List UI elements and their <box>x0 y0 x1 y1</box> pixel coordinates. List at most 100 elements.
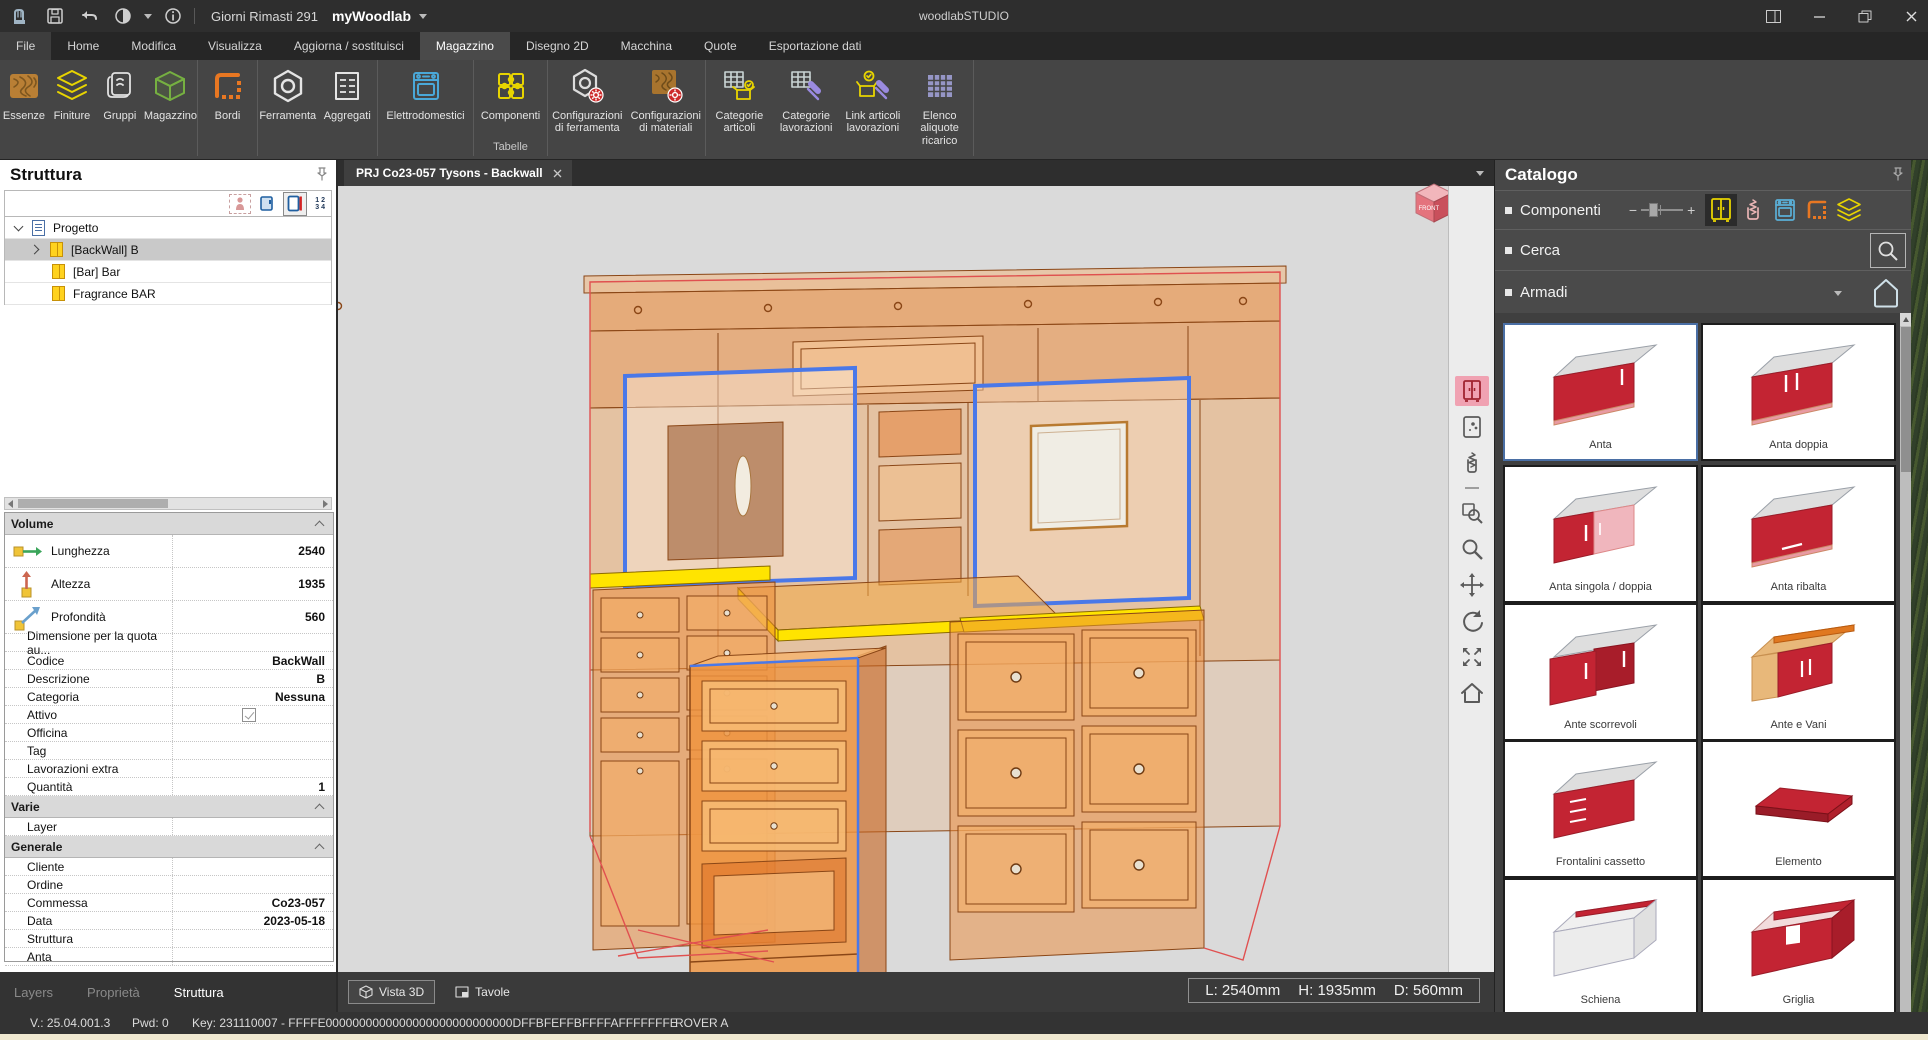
filter-cabinets-icon[interactable] <box>1705 194 1737 226</box>
magazzino-button[interactable]: Magazzino <box>144 64 197 122</box>
chevron-down-icon[interactable] <box>14 221 24 231</box>
menu-tab-home[interactable]: Home <box>51 32 115 60</box>
menu-tab-magazzino[interactable]: Magazzino <box>420 32 510 60</box>
ferramenta-button[interactable]: Ferramenta <box>258 64 318 122</box>
scrollbar-thumb[interactable] <box>18 499 168 508</box>
menu-tab-modifica[interactable]: Modifica <box>115 32 192 60</box>
numbering-sort-button[interactable]: 1 23 4 <box>315 197 325 211</box>
bordi-button[interactable]: Bordi <box>198 64 257 122</box>
tab-tavole[interactable]: Tavole <box>445 981 520 1003</box>
property-row[interactable]: Lavorazioni extra <box>5 760 333 778</box>
layout-button[interactable] <box>1762 5 1784 27</box>
aggregati-button[interactable]: Aggregati <box>318 64 378 122</box>
property-row-attivo[interactable]: Attivo <box>5 706 333 724</box>
catalog-section-armadi[interactable]: Armadi <box>1495 270 1912 313</box>
property-row[interactable]: CommessaCo23-057 <box>5 894 333 912</box>
catalog-item-anta-singola-doppia[interactable]: Anta singola / doppia <box>1503 465 1698 603</box>
filter-appliances-icon[interactable] <box>1769 194 1801 226</box>
config-materiali-button[interactable]: Configurazioni di materiali <box>627 64 706 135</box>
catalog-item-anta-ribalta[interactable]: Anta ribalta <box>1701 465 1896 603</box>
catalog-item-frontalini-cassetto[interactable]: Frontalini cassetto <box>1503 740 1698 878</box>
config-ferramenta-button[interactable]: Configurazioni di ferramenta <box>548 64 627 135</box>
property-row[interactable]: Anta <box>5 948 333 966</box>
collapse-icon[interactable] <box>315 804 325 814</box>
menu-tab-disegno-2d[interactable]: Disegno 2D <box>510 32 605 60</box>
info-button[interactable] <box>160 3 186 29</box>
tab-layers[interactable]: Layers <box>14 985 53 1000</box>
section-generale[interactable]: Generale <box>5 836 333 858</box>
property-row[interactable]: Layer <box>5 818 333 836</box>
cabinet-mode-icon[interactable] <box>1455 376 1489 406</box>
catalog-item-anta[interactable]: Anta <box>1503 323 1698 461</box>
property-row[interactable]: CategoriaNessuna <box>5 688 333 706</box>
gruppi-button[interactable]: Gruppi <box>96 64 144 122</box>
tree-item-bar[interactable]: [Bar] Bar <box>5 261 331 283</box>
catalog-item-elemento[interactable]: Elemento <box>1701 740 1896 878</box>
rotate-icon[interactable] <box>1455 606 1489 636</box>
property-row[interactable]: Struttura <box>5 930 333 948</box>
tab-proprieta[interactable]: Proprietà <box>87 985 140 1000</box>
3d-model[interactable] <box>338 186 1448 972</box>
catalog-item-schiena[interactable]: Schiena <box>1503 878 1698 1012</box>
save-button[interactable] <box>42 3 68 29</box>
elenco-aliquote-button[interactable]: Elenco aliquote ricarico <box>906 64 973 147</box>
close-button[interactable] <box>1900 5 1922 27</box>
property-row[interactable]: Ordine <box>5 876 333 894</box>
essenze-button[interactable]: Essenze <box>0 64 48 122</box>
tree-item-progetto[interactable]: Progetto <box>5 217 331 239</box>
home-view-icon[interactable] <box>1455 678 1489 708</box>
catalog-item-ante-scorrevoli[interactable]: Ante scorrevoli <box>1503 603 1698 741</box>
collapse-icon[interactable] <box>315 521 325 531</box>
pin-icon[interactable] <box>316 167 328 181</box>
fit-expand-icon[interactable] <box>1455 642 1489 672</box>
menu-tab-quote[interactable]: Quote <box>688 32 753 60</box>
panel-view-button[interactable] <box>259 195 275 213</box>
house-icon[interactable] <box>1870 276 1902 310</box>
property-row[interactable]: Lunghezza 2540 <box>5 535 333 568</box>
zoom-previous-icon[interactable] <box>1455 498 1489 528</box>
property-row[interactable]: Data2023-05-18 <box>5 912 333 930</box>
scroll-left-icon[interactable] <box>8 500 13 508</box>
tree-item-backwall[interactable]: [BackWall] B <box>5 239 331 261</box>
property-row[interactable]: DescrizioneB <box>5 670 333 688</box>
3d-canvas[interactable] <box>338 186 1448 972</box>
componenti-button[interactable]: Componenti <box>474 64 547 122</box>
filter-edges-icon[interactable] <box>1801 194 1833 226</box>
minimize-button[interactable] <box>1808 5 1830 27</box>
section-caret-icon[interactable] <box>1834 291 1842 296</box>
property-row[interactable]: Officina <box>5 724 333 742</box>
property-row[interactable]: Cliente <box>5 858 333 876</box>
zoom-icon[interactable] <box>1455 534 1489 564</box>
menu-tab-aggiorna[interactable]: Aggiorna / sostituisci <box>278 32 420 60</box>
undo-button[interactable] <box>76 3 102 29</box>
filter-drill-icon[interactable] <box>1737 194 1769 226</box>
maximize-button[interactable] <box>1854 5 1876 27</box>
horizontal-scrollbar[interactable] <box>4 497 332 510</box>
link-articoli-button[interactable]: Link articoli lavorazioni <box>840 64 907 135</box>
menu-tab-macchina[interactable]: Macchina <box>605 32 688 60</box>
theme-toggle-button[interactable] <box>110 3 136 29</box>
tab-list-caret-icon[interactable] <box>1476 171 1484 176</box>
tab-vista-3d[interactable]: Vista 3D <box>348 980 435 1004</box>
categorie-lavorazioni-button[interactable]: Categorie lavorazioni <box>773 64 840 135</box>
collapse-icon[interactable] <box>315 844 325 854</box>
filter-finishes-icon[interactable] <box>1833 194 1865 226</box>
zoom-in-icon[interactable]: + <box>1687 202 1695 218</box>
menu-tab-visualizza[interactable]: Visualizza <box>192 32 278 60</box>
zoom-out-icon[interactable]: − <box>1629 202 1637 218</box>
slider-thumb[interactable] <box>1649 203 1658 217</box>
categorie-articoli-button[interactable]: Categorie articoli <box>706 64 773 135</box>
scrollbar-thumb[interactable] <box>1901 327 1911 472</box>
catalog-section-cerca[interactable]: Cerca <box>1495 229 1912 270</box>
finiture-button[interactable]: Finiture <box>48 64 96 122</box>
scroll-right-icon[interactable] <box>323 500 328 508</box>
property-row[interactable]: Dimensione per la quota au... <box>5 634 333 652</box>
tab-struttura[interactable]: Struttura <box>174 985 224 1000</box>
search-button[interactable] <box>1870 233 1906 268</box>
catalog-item-ante-e-vani[interactable]: Ante e Vani <box>1701 603 1896 741</box>
pan-move-icon[interactable] <box>1455 570 1489 600</box>
tab-close-icon[interactable] <box>553 169 562 178</box>
panel-holes-icon[interactable] <box>1455 412 1489 442</box>
pin-icon[interactable] <box>1892 167 1904 181</box>
property-row[interactable]: Altezza 1935 <box>5 568 333 601</box>
